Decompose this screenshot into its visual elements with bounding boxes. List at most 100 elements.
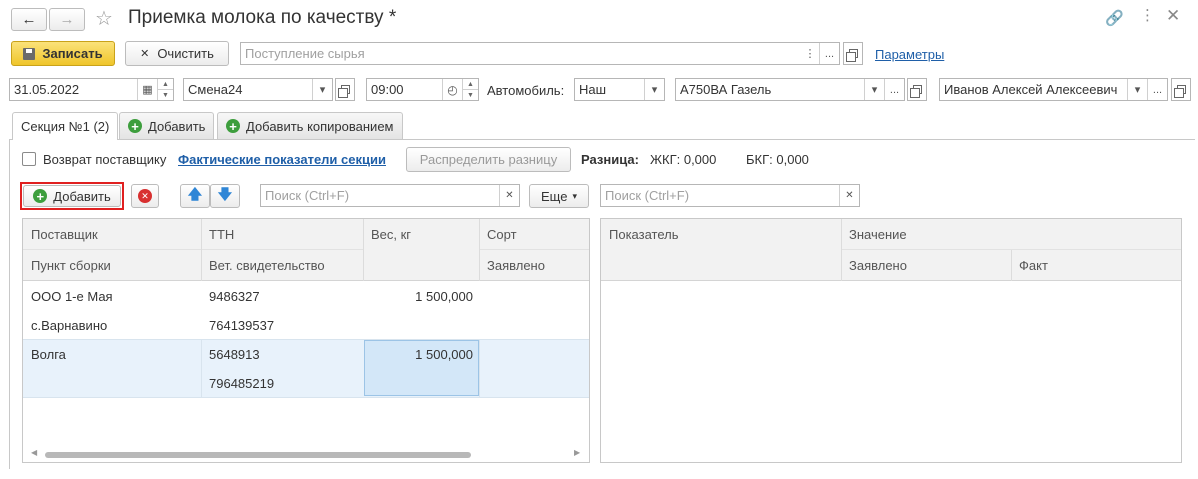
cell-ttn: 5648913: [209, 347, 260, 362]
scroll-left-icon[interactable]: ◀: [31, 448, 37, 457]
open-window-icon: [337, 85, 350, 98]
date-stepper[interactable]: ▲ ▼: [157, 79, 173, 100]
clear-button[interactable]: ✕ Очистить: [125, 41, 229, 66]
cell-vet: 796485219: [209, 376, 275, 391]
actual-indicators-link[interactable]: Фактические показатели секции: [178, 152, 386, 167]
plus-circle-icon: +: [128, 119, 142, 133]
header-indicator[interactable]: Показатель: [601, 227, 679, 242]
cell-weight: 1 500,000: [415, 289, 473, 304]
arrow-right-icon: →: [59, 11, 75, 28]
select-dots-button[interactable]: ...: [819, 43, 839, 64]
open-shift-button[interactable]: [335, 78, 355, 101]
right-search-input[interactable]: Поиск (Ctrl+F) ✕: [600, 184, 860, 207]
plus-circle-icon: +: [226, 119, 240, 133]
save-icon: [23, 47, 36, 60]
plus-circle-icon: +: [33, 189, 48, 203]
clear-search-icon[interactable]: ✕: [839, 185, 859, 206]
header-value[interactable]: Значение: [841, 227, 907, 242]
right-search-placeholder: Поиск (Ctrl+F): [605, 188, 690, 203]
header-vet[interactable]: Вет. свидетельство: [201, 258, 325, 273]
calendar-icon[interactable]: ▦: [137, 79, 157, 100]
more-label: Еще: [541, 188, 568, 204]
dropdown-arrow-icon[interactable]: ⋮: [801, 43, 819, 64]
shift-field[interactable]: Смена24 ▾: [183, 78, 333, 101]
save-button[interactable]: Записать: [11, 41, 115, 66]
move-up-button[interactable]: 🡅: [180, 184, 210, 208]
select-dots-button[interactable]: ...: [1147, 79, 1167, 100]
add-row-button[interactable]: + Добавить: [23, 185, 121, 207]
header-declared[interactable]: Заявлено: [841, 258, 907, 273]
date-field[interactable]: 31.05.2022 ▦ ▲ ▼: [9, 78, 174, 101]
table-row-selected[interactable]: [23, 339, 589, 397]
link-icon[interactable]: 🔗: [1105, 9, 1124, 27]
suppliers-table[interactable]: Поставщик ТТН Вес, кг Сорт Пункт сборки …: [22, 218, 590, 463]
more-icon[interactable]: ⋮: [1140, 6, 1155, 24]
clear-icon: ✕: [140, 48, 150, 60]
car-owner-field[interactable]: Наш ▾: [574, 78, 665, 101]
time-stepper[interactable]: ▲ ▼: [462, 79, 478, 100]
select-dots-button[interactable]: ...: [884, 79, 904, 100]
return-checkbox[interactable]: [22, 152, 36, 166]
move-down-button[interactable]: 🡇: [210, 184, 240, 208]
distribute-difference-button[interactable]: Распределить разницу: [406, 147, 571, 172]
row-divider: [23, 397, 589, 398]
chevron-down-icon: ▾: [572, 190, 577, 201]
arrow-down-icon: 🡇: [217, 186, 233, 202]
car-value: А750ВА Газель: [680, 82, 772, 97]
favorite-star-icon[interactable]: ☆: [95, 6, 113, 31]
basis-document-field[interactable]: Поступление сырья ⋮ ...: [240, 42, 840, 65]
header-declared[interactable]: Заявлено: [479, 258, 545, 273]
header-divider: [479, 249, 589, 250]
header-fact[interactable]: Факт: [1011, 258, 1048, 273]
cell-weight: 1 500,000: [415, 347, 473, 362]
car-label: Автомобиль:: [487, 83, 565, 98]
forward-button[interactable]: →: [49, 8, 85, 31]
chevron-down-icon[interactable]: ▾: [864, 79, 884, 100]
clear-search-icon[interactable]: ✕: [499, 185, 519, 206]
open-window-icon: [845, 49, 858, 62]
back-button[interactable]: ←: [11, 8, 47, 31]
arrow-left-icon: ←: [21, 11, 37, 28]
header-point[interactable]: Пункт сборки: [23, 258, 111, 273]
close-icon[interactable]: ✕: [1166, 6, 1180, 26]
more-button[interactable]: Еще ▾: [529, 184, 589, 208]
column-divider: [479, 339, 480, 397]
arrow-up-icon: 🡅: [187, 186, 203, 202]
car-owner-value: Наш: [579, 82, 607, 97]
header-ttn[interactable]: ТТН: [201, 227, 234, 242]
header-divider: [23, 249, 363, 250]
left-search-input[interactable]: Поиск (Ctrl+F) ✕: [260, 184, 520, 207]
tab-section-1[interactable]: Секция №1 (2): [12, 112, 119, 140]
tab-add-copy[interactable]: + Добавить копированием: [217, 112, 403, 139]
tab-label: Добавить: [148, 118, 206, 134]
tab-label: Секция №1 (2): [21, 119, 110, 134]
bkg-value: БКГ: 0,000: [746, 152, 809, 167]
header-sort[interactable]: Сорт: [479, 227, 517, 242]
chevron-down-icon[interactable]: ▾: [312, 79, 332, 100]
delete-row-button[interactable]: ✕: [131, 184, 159, 208]
open-car-button[interactable]: [907, 78, 927, 101]
clock-icon[interactable]: ◴: [442, 79, 462, 100]
zhkg-value: ЖКГ: 0,000: [650, 152, 717, 167]
driver-field[interactable]: Иванов Алексей Алексеевич ▾ ...: [939, 78, 1168, 101]
horizontal-scrollbar[interactable]: ◀ ▶: [23, 447, 589, 462]
indicators-table[interactable]: Показатель Значение Заявлено Факт: [600, 218, 1182, 463]
params-link[interactable]: Параметры: [875, 47, 944, 62]
left-search-placeholder: Поиск (Ctrl+F): [265, 188, 350, 203]
time-field[interactable]: 09:00 ◴ ▲ ▼: [366, 78, 479, 101]
add-label: Добавить: [53, 188, 111, 204]
chevron-down-icon[interactable]: ▾: [644, 79, 664, 100]
header-supplier[interactable]: Поставщик: [23, 227, 98, 242]
delete-icon: ✕: [138, 189, 152, 203]
tab-add[interactable]: + Добавить: [119, 112, 215, 139]
open-basis-button[interactable]: [843, 42, 863, 65]
scroll-thumb[interactable]: [45, 452, 471, 458]
car-field[interactable]: А750ВА Газель ▾ ...: [675, 78, 905, 101]
scroll-right-icon[interactable]: ▶: [574, 448, 580, 457]
page-title: Приемка молока по качеству *: [128, 7, 397, 28]
open-driver-button[interactable]: [1171, 78, 1191, 101]
row-divider: [23, 339, 589, 340]
chevron-down-icon[interactable]: ▾: [1127, 79, 1147, 100]
header-weight[interactable]: Вес, кг: [363, 227, 411, 242]
save-label: Записать: [42, 46, 103, 61]
